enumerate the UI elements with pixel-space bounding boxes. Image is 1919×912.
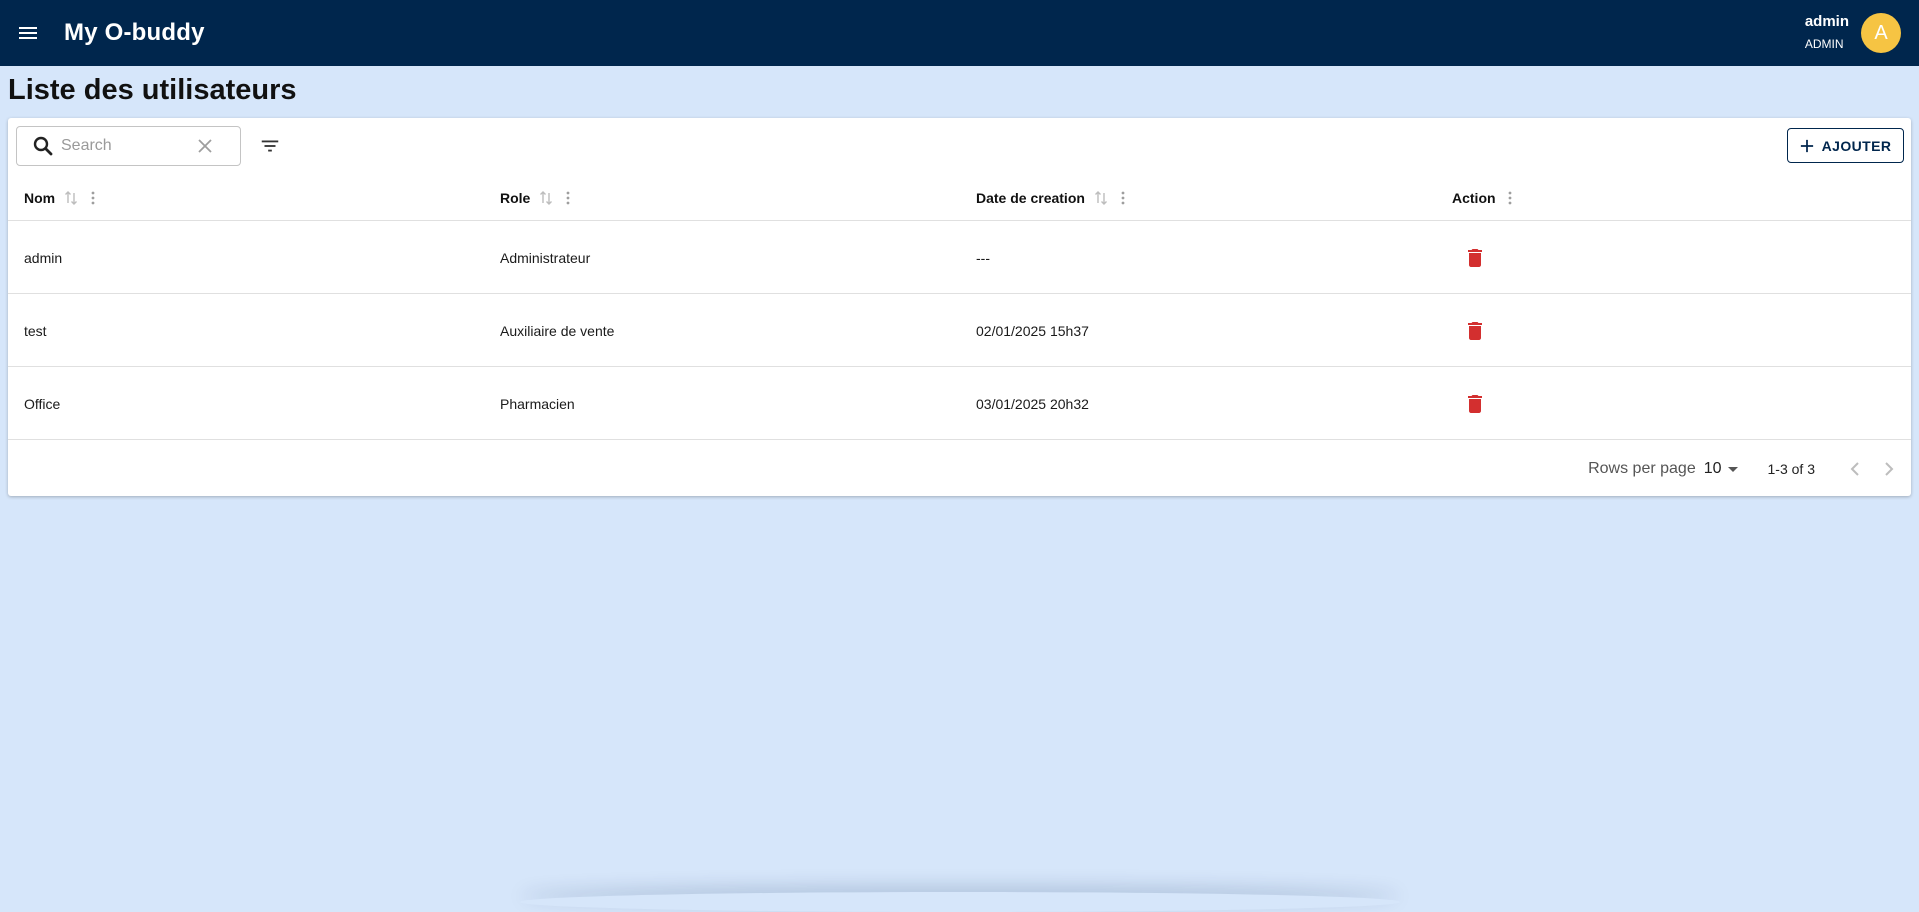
menu-button[interactable] — [0, 0, 56, 66]
user-info: admin ADMIN — [1805, 12, 1849, 54]
table-row[interactable]: test Auxiliaire de vente 02/01/2025 15h3… — [8, 294, 1911, 367]
column-header-role[interactable]: Role — [500, 174, 576, 221]
cell-role: Auxiliaire de vente — [500, 322, 615, 339]
user-role: ADMIN — [1804, 37, 1844, 51]
column-label: Action — [1452, 189, 1496, 206]
trash-icon — [1468, 394, 1482, 413]
chevron-left-icon[interactable] — [1843, 457, 1867, 481]
cell-role: Administrateur — [500, 249, 591, 266]
avatar[interactable]: A — [1861, 13, 1901, 53]
delete-button[interactable] — [1463, 221, 1487, 294]
caret-down-icon — [1727, 466, 1738, 472]
search-field[interactable] — [16, 126, 241, 166]
cell-nom: admin — [24, 249, 63, 266]
trash-icon — [1468, 321, 1482, 340]
search-icon — [33, 136, 53, 156]
filter-icon — [261, 140, 279, 152]
filter-button[interactable] — [256, 132, 284, 160]
column-header-action: Action — [1452, 174, 1518, 221]
pagination: Rows per page 10 1-3 of 3 — [8, 441, 1911, 496]
trash-icon — [1468, 248, 1482, 267]
cell-date: --- — [976, 249, 990, 266]
column-menu-icon[interactable] — [560, 190, 576, 206]
chevron-right-icon[interactable] — [1877, 457, 1901, 481]
cell-date: 02/01/2025 15h37 — [976, 322, 1089, 339]
column-menu-icon[interactable] — [1115, 190, 1131, 206]
page-title: Liste des utilisateurs — [8, 74, 297, 106]
cell-nom: Office — [24, 395, 61, 412]
column-label: Nom — [24, 189, 56, 206]
column-label: Date de creation — [976, 189, 1085, 206]
users-table-card: AJOUTER Nom Role Date de creation — [8, 118, 1911, 496]
clear-search-icon[interactable] — [195, 136, 215, 156]
user-menu[interactable]: admin ADMIN A — [1805, 0, 1901, 66]
column-menu-icon[interactable] — [1502, 190, 1518, 206]
search-input[interactable] — [61, 137, 191, 155]
table-toolbar: AJOUTER — [8, 118, 1911, 174]
cell-nom: test — [24, 322, 47, 339]
table-row[interactable]: admin Administrateur --- — [8, 221, 1911, 294]
app-title: My O-buddy — [64, 19, 205, 46]
column-menu-icon[interactable] — [85, 190, 101, 206]
delete-button[interactable] — [1463, 367, 1487, 440]
sort-icon[interactable] — [63, 190, 79, 206]
hamburger-menu-icon — [19, 27, 37, 39]
bottom-shadow — [520, 892, 1400, 912]
add-user-label: AJOUTER — [1821, 137, 1892, 154]
add-user-button[interactable]: AJOUTER — [1787, 128, 1904, 163]
app-bar: My O-buddy admin ADMIN A — [0, 0, 1919, 66]
user-name: admin — [1804, 13, 1849, 30]
sort-icon[interactable] — [538, 190, 554, 206]
column-label: Role — [500, 189, 531, 206]
cell-date: 03/01/2025 20h32 — [976, 395, 1089, 412]
rows-per-page-label: Rows per page — [1588, 459, 1696, 477]
pagination-range: 1-3 of 3 — [1767, 460, 1815, 477]
column-header-date[interactable]: Date de creation — [976, 174, 1131, 221]
table-row[interactable]: Office Pharmacien 03/01/2025 20h32 — [8, 367, 1911, 440]
rows-per-page-select[interactable]: 10 — [1704, 460, 1742, 478]
table-header: Nom Role Date de creation Action — [8, 174, 1911, 221]
cell-role: Pharmacien — [500, 395, 575, 412]
column-header-nom[interactable]: Nom — [24, 174, 101, 221]
rows-per-page-value: 10 — [1703, 459, 1722, 477]
delete-button[interactable] — [1463, 294, 1487, 367]
plus-icon — [1800, 139, 1813, 152]
sort-icon[interactable] — [1093, 190, 1109, 206]
